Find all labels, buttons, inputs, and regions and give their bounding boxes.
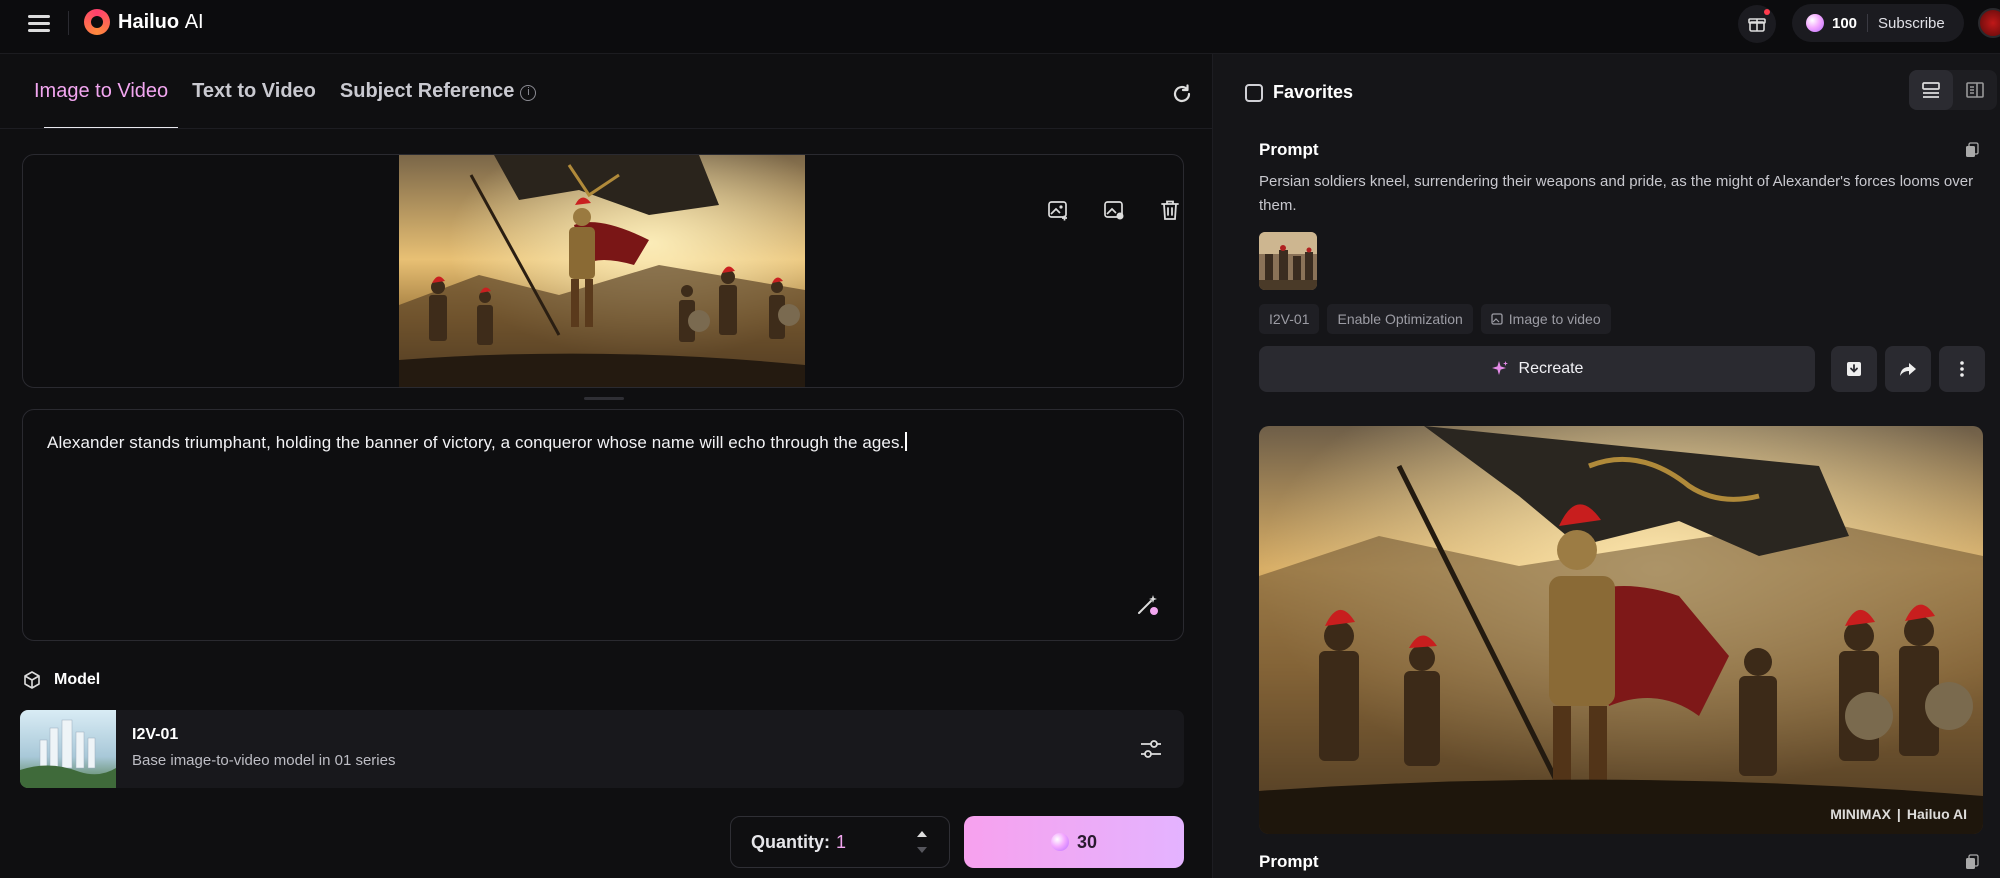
- image-replace-icon: [1104, 201, 1124, 220]
- tag-optimization: Enable Optimization: [1327, 304, 1473, 334]
- more-options-button[interactable]: [1939, 346, 1985, 392]
- download-button[interactable]: [1831, 346, 1877, 392]
- credits-pill[interactable]: 100 Subscribe: [1792, 4, 1964, 42]
- list-view-button[interactable]: [1909, 70, 1953, 110]
- generate-button[interactable]: 30: [964, 816, 1184, 868]
- download-icon: [1847, 362, 1861, 376]
- divider: [68, 11, 69, 35]
- top-bar: Hailuo AI 100 Subscribe: [0, 0, 2000, 54]
- split-view-icon: [1966, 82, 1984, 98]
- trash-icon: [1161, 200, 1179, 220]
- credit-gem-icon: [1806, 14, 1824, 32]
- settings-sliders-icon[interactable]: [1138, 736, 1164, 762]
- gift-button[interactable]: [1738, 5, 1776, 43]
- prompt-enhance-icon[interactable]: [1135, 592, 1161, 618]
- divider: [0, 128, 1212, 129]
- resize-handle[interactable]: [584, 397, 624, 400]
- image-icon: [1491, 313, 1503, 325]
- tab-subject-reference[interactable]: Subject Reference i: [340, 80, 537, 103]
- tag-model: I2V-01: [1259, 304, 1320, 334]
- tag-mode: Image to video: [1480, 304, 1611, 334]
- crop-image-button[interactable]: [1041, 193, 1075, 227]
- replace-image-button[interactable]: [1097, 193, 1131, 227]
- share-button[interactable]: [1885, 346, 1931, 392]
- recreate-button[interactable]: Recreate: [1259, 346, 1815, 392]
- generate-cost: 30: [1076, 831, 1098, 852]
- share-icon: [1900, 363, 1916, 376]
- favorites-filter[interactable]: Favorites: [1245, 82, 1353, 103]
- divider: [1867, 14, 1869, 32]
- model-selector[interactable]: I2V-01 Base image-to-video model in 01 s…: [20, 710, 1184, 788]
- delete-image-button[interactable]: [1153, 193, 1183, 227]
- watermark: MINIMAX | Hailuo AI: [1830, 806, 1967, 822]
- quantity-value: 1: [836, 831, 847, 852]
- gift-icon: [1748, 18, 1766, 32]
- image-edit-icon: [1048, 201, 1067, 221]
- creation-panel: Image to Video Text to Video Subject Ref…: [0, 54, 1212, 878]
- copy-icon[interactable]: [1965, 142, 1979, 158]
- hailuo-logo-icon: [84, 9, 110, 35]
- grid-view-button[interactable]: [1953, 70, 1997, 110]
- model-name: I2V-01: [132, 726, 179, 743]
- history-panel: Favorites Prompt Persian soldiers kneel,…: [1212, 54, 2000, 878]
- copy-icon[interactable]: [1965, 854, 1979, 870]
- reference-image-thumbnail[interactable]: [1259, 232, 1317, 290]
- generated-image: [1259, 426, 1983, 834]
- generation-tags: I2V-01 Enable Optimization Image to vide…: [1259, 304, 1611, 334]
- sparkle-icon: [1491, 361, 1508, 375]
- tab-text-to-video[interactable]: Text to Video: [192, 80, 316, 103]
- stepper-arrows-icon[interactable]: [915, 827, 929, 857]
- uploaded-image: [399, 155, 805, 387]
- generated-video-preview[interactable]: MINIMAX | Hailuo AI: [1259, 426, 1983, 834]
- logo-text: Hailuo AI: [118, 10, 204, 33]
- tab-image-to-video[interactable]: Image to Video: [34, 80, 168, 103]
- prompt-textarea[interactable]: Alexander stands triumphant, holding the…: [22, 409, 1184, 641]
- credits-count: 100: [1832, 14, 1858, 32]
- image-upload-area[interactable]: [22, 154, 1184, 388]
- model-thumbnail: [20, 710, 116, 788]
- user-avatar[interactable]: [1978, 8, 2000, 38]
- refresh-icon[interactable]: [1170, 82, 1194, 106]
- credit-gem-icon: [1050, 833, 1069, 851]
- model-heading: Model: [22, 670, 100, 690]
- favorites-checkbox[interactable]: [1245, 83, 1263, 102]
- logo[interactable]: Hailuo AI: [84, 9, 204, 35]
- image-tools: [1041, 193, 1183, 227]
- quantity-stepper[interactable]: Quantity: 1: [730, 816, 950, 868]
- quantity-label: Quantity:: [751, 831, 830, 852]
- cube-icon: [24, 671, 40, 689]
- prompt-heading: Prompt: [1259, 140, 1319, 159]
- more-vertical-icon: [1960, 361, 1964, 377]
- subscribe-link[interactable]: Subscribe: [1878, 15, 1945, 32]
- hamburger-menu-icon[interactable]: [28, 13, 50, 33]
- model-description: Base image-to-video model in 01 series: [132, 752, 396, 769]
- prompt-input-text: Alexander stands triumphant, holding the…: [47, 432, 907, 453]
- notification-dot: [1764, 9, 1770, 15]
- next-prompt-heading: Prompt: [1259, 852, 1319, 871]
- history-prompt-text: Persian soldiers kneel, surrendering the…: [1259, 173, 1974, 214]
- view-toggle: [1909, 70, 1997, 110]
- mode-tabs: Image to Video Text to Video Subject Ref…: [34, 80, 537, 103]
- info-icon[interactable]: i: [520, 85, 537, 101]
- list-view-icon: [1922, 82, 1940, 98]
